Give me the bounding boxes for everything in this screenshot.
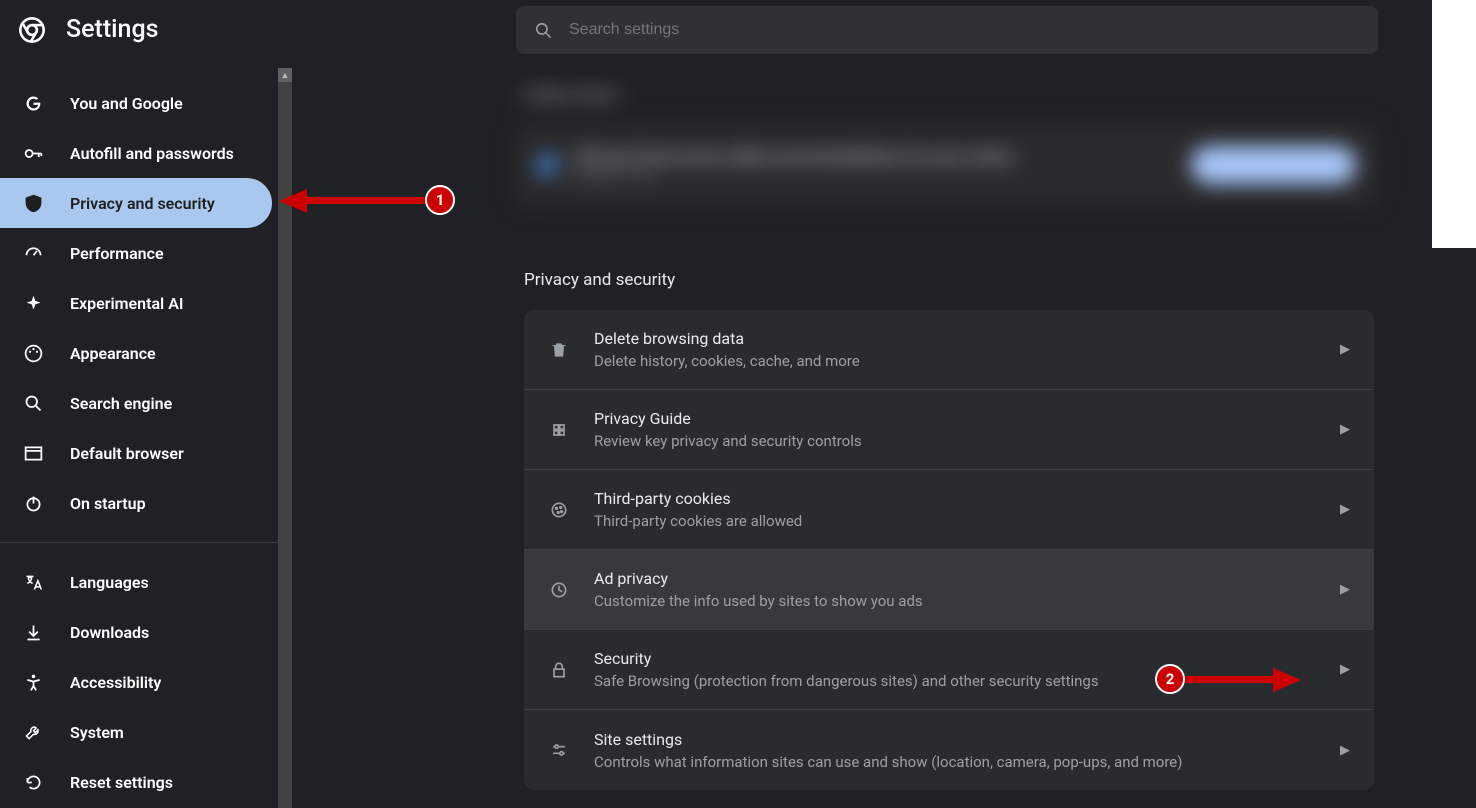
key-icon — [22, 143, 44, 164]
cookie-icon — [548, 500, 570, 520]
sparkle-icon — [22, 293, 44, 314]
sidebar-item-label: Autofill and passwords — [70, 144, 234, 163]
window-edge — [1432, 0, 1476, 248]
chrome-icon — [18, 16, 46, 44]
translate-icon — [22, 572, 44, 593]
sidebar-item-autofill[interactable]: Autofill and passwords — [0, 128, 278, 178]
row-subtitle: Third-party cookies are allowed — [594, 512, 1316, 530]
sidebar-item-on-startup[interactable]: On startup — [0, 478, 278, 528]
row-title: Delete browsing data — [594, 329, 1316, 348]
sidebar-item-label: Accessibility — [70, 673, 161, 692]
row-subtitle: Controls what information sites can use … — [594, 753, 1316, 771]
sidebar-item-label: Default browser — [70, 444, 184, 463]
row-subtitle: Review key privacy and security controls — [594, 432, 1316, 450]
row-subtitle: Customize the info used by sites to show… — [594, 592, 1316, 610]
sidebar-item-label: System — [70, 723, 124, 742]
safety-check-heading: Safety Check — [524, 85, 1378, 104]
ads-icon — [548, 580, 570, 600]
sidebar-item-appearance[interactable]: Appearance — [0, 328, 278, 378]
section-heading: Privacy and security — [524, 270, 675, 290]
row-title: Site settings — [594, 730, 1316, 749]
sidebar-item-downloads[interactable]: Downloads — [0, 607, 278, 657]
row-text: Privacy Guide Review key privacy and sec… — [594, 409, 1316, 450]
sidebar-item-label: Search engine — [70, 394, 172, 413]
annotation-arrow-1 — [279, 189, 307, 213]
sidebar-item-languages[interactable]: Languages — [0, 557, 278, 607]
chevron-right-icon: ▶ — [1340, 582, 1350, 597]
accessibility-icon — [22, 672, 44, 693]
annotation-arrow-2-line — [1185, 676, 1275, 683]
page-title: Settings — [66, 15, 159, 44]
sidebar-item-label: Performance — [70, 244, 164, 263]
divider — [0, 542, 278, 543]
chevron-right-icon: ▶ — [1340, 422, 1350, 437]
chevron-right-icon: ▶ — [1340, 743, 1350, 758]
download-icon — [22, 622, 44, 643]
safety-check-blurred: Safety Check Chrome found some safety re… — [516, 85, 1378, 235]
search-settings-input[interactable] — [516, 6, 1378, 54]
power-icon — [22, 493, 44, 514]
chevron-right-icon: ▶ — [1340, 342, 1350, 357]
shield-icon — [22, 193, 44, 214]
chevron-right-icon: ▶ — [1340, 662, 1350, 677]
palette-icon — [22, 343, 44, 364]
annotation-1: 1 — [425, 185, 455, 215]
annotation-2: 2 — [1155, 664, 1185, 694]
sidebar-item-label: Experimental AI — [70, 294, 183, 313]
row-title: Security — [594, 649, 1316, 668]
sidebar-item-privacy-security[interactable]: Privacy and security — [0, 178, 272, 228]
sidebar-item-label: Reset settings — [70, 773, 173, 792]
reset-icon — [22, 772, 44, 793]
sidebar-item-default-browser[interactable]: Default browser — [0, 428, 278, 478]
search-field[interactable] — [569, 21, 1378, 39]
row-text: Third-party cookies Third-party cookies … — [594, 489, 1316, 530]
row-text: Security Safe Browsing (protection from … — [594, 649, 1316, 690]
trash-icon — [548, 340, 570, 360]
sliders-icon — [548, 740, 570, 760]
wrench-icon — [22, 722, 44, 743]
sidebar-item-experimental-ai[interactable]: Experimental AI — [0, 278, 278, 328]
sidebar-item-search-engine[interactable]: Search engine — [0, 378, 278, 428]
guide-icon — [548, 420, 570, 440]
browser-window-icon — [22, 443, 44, 464]
sidebar-item-label: Downloads — [70, 623, 149, 642]
row-title: Ad privacy — [594, 569, 1316, 588]
search-icon — [534, 21, 553, 40]
sidebar: You and Google Autofill and passwords Pr… — [0, 68, 278, 807]
row-third-party-cookies[interactable]: Third-party cookies Third-party cookies … — [524, 470, 1374, 550]
row-ad-privacy[interactable]: Ad privacy Customize the info used by si… — [524, 550, 1374, 630]
sidebar-item-reset[interactable]: Reset settings — [0, 757, 278, 807]
sidebar-item-you-and-google[interactable]: You and Google — [0, 78, 278, 128]
sidebar-item-label: Appearance — [70, 344, 156, 363]
privacy-security-card: Delete browsing data Delete history, coo… — [524, 310, 1374, 790]
row-privacy-guide[interactable]: Privacy Guide Review key privacy and sec… — [524, 390, 1374, 470]
speedometer-icon — [22, 243, 44, 264]
sidebar-item-performance[interactable]: Performance — [0, 228, 278, 278]
google-g-icon — [22, 93, 44, 114]
row-security[interactable]: Security Safe Browsing (protection from … — [524, 630, 1374, 710]
annotation-arrow-1-line — [305, 197, 425, 204]
search-icon — [22, 393, 44, 414]
row-text: Ad privacy Customize the info used by si… — [594, 569, 1316, 610]
row-title: Third-party cookies — [594, 489, 1316, 508]
lock-icon — [548, 660, 570, 680]
row-site-settings[interactable]: Site settings Controls what information … — [524, 710, 1374, 790]
sidebar-item-label: On startup — [70, 494, 146, 513]
sidebar-container: ▲ You and Google Autofill and passwords … — [0, 68, 292, 808]
sidebar-item-label: Languages — [70, 573, 149, 592]
sidebar-item-label: Privacy and security — [70, 194, 215, 213]
sidebar-item-accessibility[interactable]: Accessibility — [0, 657, 278, 707]
row-text: Delete browsing data Delete history, coo… — [594, 329, 1316, 370]
row-delete-browsing-data[interactable]: Delete browsing data Delete history, coo… — [524, 310, 1374, 390]
annotation-arrow-2 — [1273, 668, 1301, 692]
chevron-right-icon: ▶ — [1340, 502, 1350, 517]
sidebar-item-label: You and Google — [70, 94, 183, 113]
row-subtitle: Delete history, cookies, cache, and more — [594, 352, 1316, 370]
sidebar-item-system[interactable]: System — [0, 707, 278, 757]
scrollbar[interactable]: ▲ — [278, 68, 292, 808]
row-text: Site settings Controls what information … — [594, 730, 1316, 771]
row-title: Privacy Guide — [594, 409, 1316, 428]
scroll-up-button[interactable]: ▲ — [278, 68, 292, 82]
settings-header: Settings — [18, 15, 159, 44]
